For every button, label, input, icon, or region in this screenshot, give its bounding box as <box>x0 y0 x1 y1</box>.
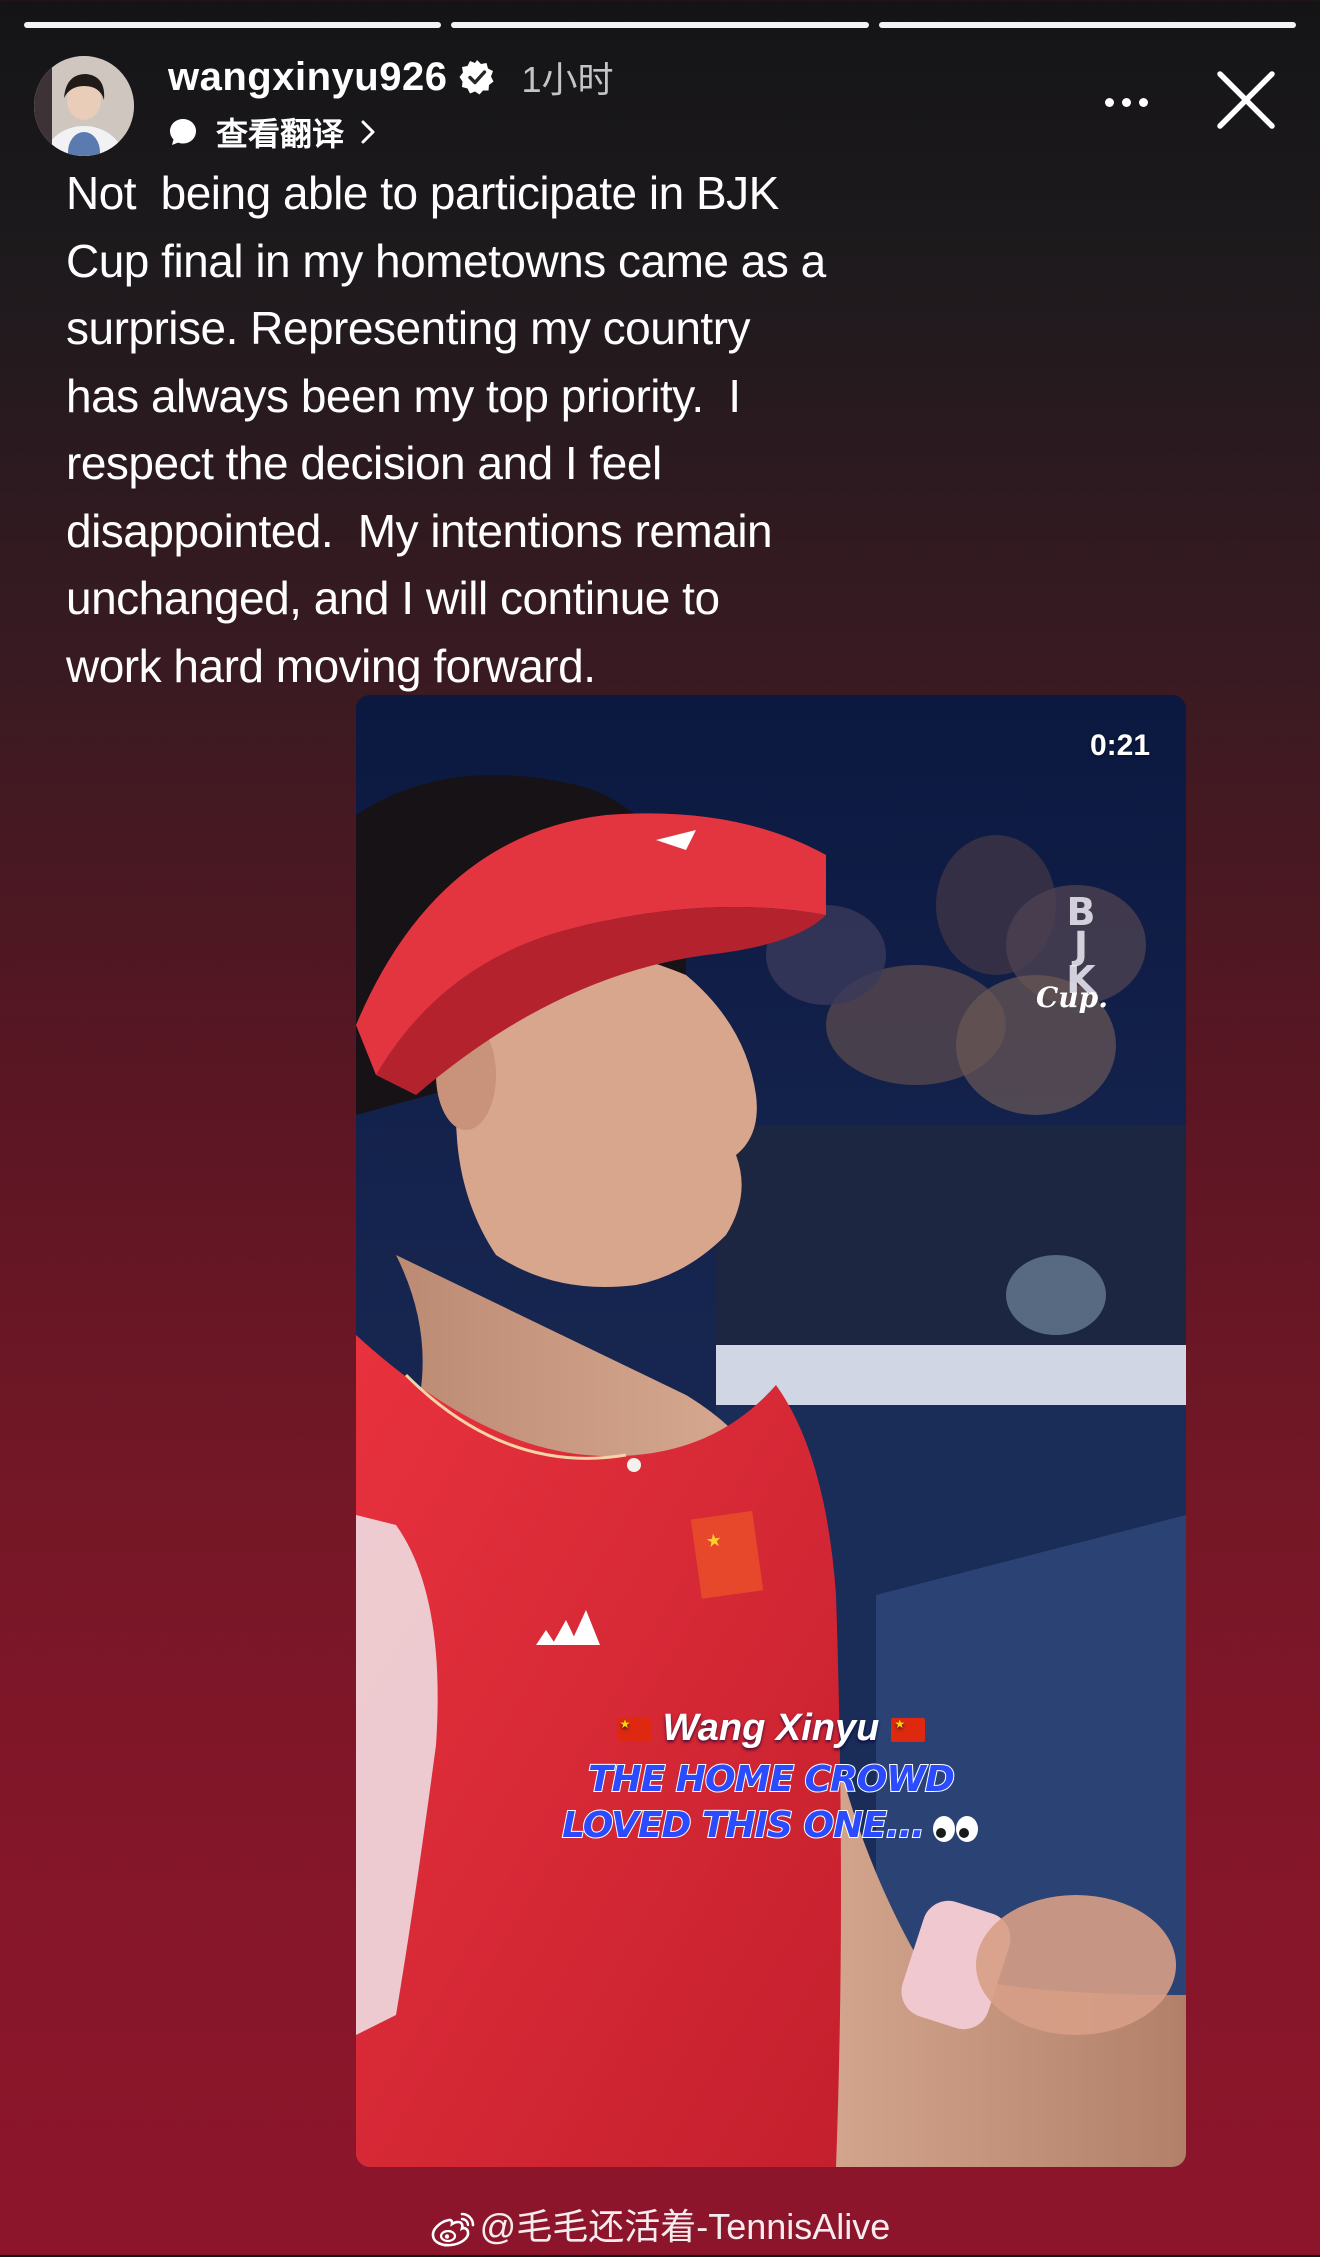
svg-text:★: ★ <box>705 1530 724 1553</box>
see-translation-button[interactable]: 查看翻译 <box>168 110 613 154</box>
see-translation-label: 查看翻译 <box>216 116 345 152</box>
more-dot-icon <box>1138 97 1148 107</box>
weibo-watermark: @毛毛还活着-TennisAlive <box>0 2198 1320 2250</box>
chevron-right-icon <box>358 119 378 145</box>
video-overlay-player-name: Wang Xinyu <box>356 1707 1186 1750</box>
bjk-logo-script: Cup. <box>1036 981 1108 1014</box>
avatar-image <box>34 56 134 156</box>
embedded-video-card[interactable]: ★ 0:21 B J K Cup. Wang Xinyu THE HOME CR… <box>356 695 1186 2167</box>
watermark-text: @毛毛还活着-TennisAlive <box>479 2206 891 2247</box>
avatar[interactable] <box>34 56 134 156</box>
verified-badge-icon <box>459 59 495 95</box>
chat-bubble-icon <box>168 117 198 147</box>
more-options-button[interactable] <box>1096 82 1156 122</box>
video-overlay-line-2: LOVED THIS ONE... <box>356 1804 1186 1847</box>
more-dot-icon <box>1121 97 1131 107</box>
story-progress-bar <box>24 22 1296 28</box>
bjk-cup-logo: B J K Cup. <box>1036 893 1126 1025</box>
story-progress-segment-current <box>878 22 1296 28</box>
video-overlay-line-1: THE HOME CROWD <box>587 1758 956 1801</box>
username[interactable]: wangxinyu926 <box>168 55 447 100</box>
china-flag-icon <box>616 1717 651 1742</box>
overlay-line-2-text: LOVED THIS ONE... <box>561 1804 926 1847</box>
weibo-logo-icon <box>430 2210 476 2248</box>
close-button[interactable] <box>1212 66 1280 134</box>
video-time-remaining: 0:21 <box>1089 729 1150 762</box>
story-progress-segment <box>24 22 442 28</box>
story-header: wangxinyu926 1小时 查看翻译 <box>34 52 1286 162</box>
more-dot-icon <box>1104 97 1114 107</box>
china-flag-icon <box>891 1717 926 1742</box>
story-caption-text: Not being able to participate in BJK Cup… <box>66 167 826 692</box>
username-row: wangxinyu926 1小时 <box>168 52 613 102</box>
close-icon <box>1217 71 1275 129</box>
user-block: wangxinyu926 1小时 查看翻译 <box>168 52 613 154</box>
post-timestamp: 1小时 <box>521 59 614 100</box>
overlay-name-text: Wang Xinyu <box>662 1707 880 1749</box>
eyes-icon <box>930 1812 980 1842</box>
story-progress-segment <box>451 22 869 28</box>
